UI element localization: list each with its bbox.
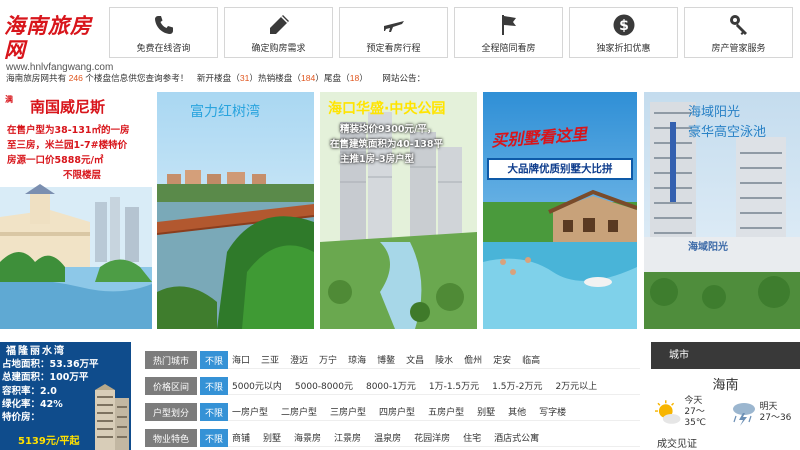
weather-header: 城市: [651, 342, 800, 369]
weather-city[interactable]: 海南: [651, 374, 800, 393]
dollar-icon: $: [611, 12, 637, 38]
filter-all-button[interactable]: 不限: [200, 403, 228, 421]
filter-label: 户型划分: [145, 403, 197, 421]
filter-option[interactable]: 1.5万-2万元: [492, 379, 542, 392]
svg-text:$: $: [619, 18, 629, 34]
notice-label: 网站公告：: [382, 73, 426, 83]
weather-widget: 城市 海南 今天 27～35℃ 明天 27～36 成交见证: [651, 342, 800, 450]
flag-icon: [496, 12, 522, 38]
property-filter: 热门城市 不限 海口 三亚 澄迈 万宁 琼海 博鳌 文昌 陵水 儋州 定安 临高…: [145, 349, 640, 450]
filter-option[interactable]: 三亚: [261, 353, 279, 366]
total-count: 246: [68, 73, 83, 83]
service-nav: 免费在线咨询 确定购房需求 预定看房行程 全程陪同看房 $ 独家折扣优惠 房产管…: [109, 7, 793, 58]
banner-sea-sunshine[interactable]: 海域阳光 豪华高空泳池 海域阳光: [644, 92, 800, 329]
filter-all-button[interactable]: 不限: [200, 429, 228, 447]
filter-option[interactable]: 临高: [522, 353, 540, 366]
banner-sea-sunshine-subtitle: 豪华高空泳池: [688, 125, 767, 140]
filter-option[interactable]: 花园洋房: [414, 431, 450, 444]
banner-villa[interactable]: 买别墅看这里 大品牌优质别墅大比拼: [483, 92, 637, 329]
filter-option[interactable]: 琼海: [348, 353, 366, 366]
filter-option[interactable]: 别墅: [477, 405, 495, 418]
phone-icon: [151, 12, 177, 38]
filter-label: 热门城市: [145, 351, 197, 369]
filter-option[interactable]: 2万元以上: [555, 379, 597, 392]
filter-option[interactable]: 万宁: [319, 353, 337, 366]
filter-option[interactable]: 定安: [493, 353, 511, 366]
filter-label: 物业特色: [145, 429, 197, 447]
filter-all-button[interactable]: 不限: [200, 377, 228, 395]
tail-count[interactable]: 18: [350, 73, 360, 83]
hot-count[interactable]: 184: [301, 73, 315, 83]
banner-central-park[interactable]: 海口华盛·中央公园 精装均价9300元/平， 在售建筑面积为40-138平 主推…: [320, 92, 477, 329]
filter-option[interactable]: 海口: [232, 353, 250, 366]
banner-mangrove-title: 富力红树湾: [190, 104, 260, 120]
nav-accompany[interactable]: 全程陪同看房: [454, 7, 563, 58]
nav-butler[interactable]: 房产管家服务: [684, 7, 793, 58]
nav-confirm-needs[interactable]: 确定购房需求: [224, 7, 333, 58]
filter-row-property-feature: 物业特色 不限 商铺 别墅 海景房 江景房 温泉房 花园洋房 住宅 酒店式公寓: [145, 427, 640, 449]
filter-all-button[interactable]: 不限: [200, 351, 228, 369]
filter-option[interactable]: 温泉房: [374, 431, 401, 444]
nav-book-trip[interactable]: 预定看房行程: [339, 7, 448, 58]
site-logo[interactable]: 海南旅房网 www.hnlvfangwang.com: [4, 14, 113, 74]
sunny-cloudy-icon: [655, 399, 681, 424]
thunderstorm-icon: [732, 402, 755, 426]
filter-option[interactable]: 酒店式公寓: [494, 431, 539, 444]
featured-property-card[interactable]: 福隆丽水湾 占地面积：53.36万平 总建面积：100万平 容积率：2.0 绿化…: [0, 342, 131, 450]
pencil-icon: [266, 12, 292, 38]
deal-witness-heading: 成交见证: [657, 439, 697, 450]
banner-mangrove-image: [157, 92, 314, 329]
filter-row-unit-type: 户型划分 不限 一房户型 二房户型 三房户型 四房户型 五房户型 别墅 其他 写…: [145, 401, 640, 423]
filter-option[interactable]: 别墅: [263, 431, 281, 444]
banner-villa-subtitle: 大品牌优质别墅大比拼: [487, 158, 633, 180]
filter-row-price: 价格区间 不限 5000元以内 5000-8000元 8000-1万元 1万-1…: [145, 375, 640, 397]
weather-today: 今天 27～35℃: [651, 396, 726, 429]
nav-online-consult[interactable]: 免费在线咨询: [109, 7, 218, 58]
filter-option[interactable]: 文昌: [406, 353, 424, 366]
key-icon: [726, 12, 752, 38]
filter-option[interactable]: 四房户型: [379, 405, 415, 418]
banner-venice[interactable]: 满 南国威尼斯 在售户型为38-131㎡的一房 至三房，米兰园1-7#楼特价 房…: [0, 92, 152, 329]
filter-option[interactable]: 一房户型: [232, 405, 268, 418]
featured-price: 5139元/平起: [18, 436, 80, 447]
banner-central-park-title: 海口华盛·中央公园: [328, 101, 446, 117]
filter-option[interactable]: 博鳌: [377, 353, 395, 366]
banner-venice-title: 南国威尼斯: [30, 98, 106, 116]
filter-option[interactable]: 8000-1万元: [366, 379, 416, 392]
filter-option[interactable]: 1万-1.5万元: [429, 379, 479, 392]
filter-option[interactable]: 五房户型: [428, 405, 464, 418]
filter-option[interactable]: 陵水: [435, 353, 453, 366]
filter-option[interactable]: 儋州: [464, 353, 482, 366]
filter-option[interactable]: 三房户型: [330, 405, 366, 418]
property-banners: 满 南国威尼斯 在售户型为38-131㎡的一房 至三房，米兰园1-7#楼特价 房…: [0, 92, 800, 329]
filter-option[interactable]: 澄迈: [290, 353, 308, 366]
filter-option[interactable]: 江景房: [334, 431, 361, 444]
new-count[interactable]: 31: [240, 73, 250, 83]
filter-option[interactable]: 海景房: [294, 431, 321, 444]
featured-tower-image: [95, 384, 129, 450]
site-stats-bar: 海南旅房网共有 246 个楼盘信息供您查询参考！ 新开楼盘（31）热销楼盘（18…: [6, 73, 426, 83]
filter-option[interactable]: 5000-8000元: [295, 379, 353, 392]
filter-label: 价格区间: [145, 377, 197, 395]
featured-name: 福隆丽水湾: [6, 346, 66, 357]
filter-option[interactable]: 5000元以内: [232, 379, 282, 392]
filter-option[interactable]: 二房户型: [281, 405, 317, 418]
filter-option[interactable]: 其他: [508, 405, 526, 418]
airplane-icon: [381, 12, 407, 38]
filter-option[interactable]: 住宅: [463, 431, 481, 444]
filter-option[interactable]: 写字楼: [539, 405, 566, 418]
banner-mangrove[interactable]: 富力红树湾: [157, 92, 314, 329]
weather-tomorrow: 明天 27～36: [726, 396, 800, 429]
filter-option[interactable]: 商铺: [232, 431, 250, 444]
logo-title: 海南旅房网: [4, 13, 92, 62]
nav-discount[interactable]: $ 独家折扣优惠: [569, 7, 678, 58]
filter-row-city: 热门城市 不限 海口 三亚 澄迈 万宁 琼海 博鳌 文昌 陵水 儋州 定安 临高: [145, 349, 640, 371]
banner-sea-sunshine-sign: 海域阳光: [688, 242, 728, 253]
banner-sea-sunshine-title: 海域阳光: [688, 105, 741, 120]
